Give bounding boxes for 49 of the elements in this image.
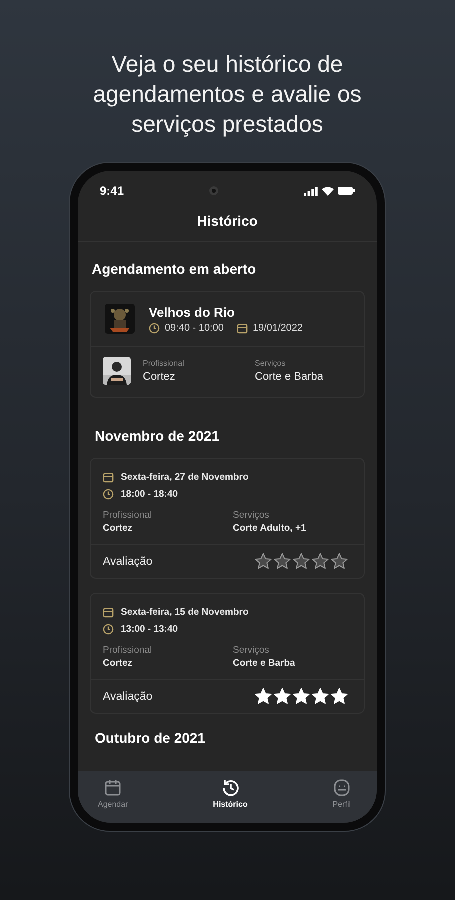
- tab[interactable]: Perfil: [330, 777, 353, 811]
- appointment-time: 13:00 - 13:40: [121, 624, 178, 635]
- appointment-date: 19/01/2022: [252, 322, 303, 334]
- clock-icon: [103, 624, 114, 635]
- appointment-time: 09:40 - 10:00: [165, 322, 224, 334]
- field-label: Profissional: [103, 645, 154, 656]
- star-icon[interactable]: [255, 553, 272, 570]
- clock-icon: [149, 322, 160, 334]
- battery-icon: [338, 187, 355, 195]
- headline: Veja o seu histórico de agendamentos e avalie os serviços prestados: [92, 50, 363, 139]
- clock-icon: [103, 489, 114, 500]
- field-value: Cortez: [143, 371, 176, 383]
- star-icon[interactable]: [274, 553, 291, 570]
- field-label: Serviços: [255, 359, 287, 368]
- field-value: Corte Adulto, +1: [233, 523, 306, 534]
- history-icon: [222, 779, 240, 797]
- shop-name: Velhos do Rio: [149, 304, 236, 320]
- rating-label: Avaliação: [103, 556, 153, 568]
- tab[interactable]: Histórico: [211, 777, 250, 811]
- field-value: Corte e Barba: [255, 371, 324, 383]
- field-value: Corte e Barba: [233, 658, 296, 669]
- rating-label: Avaliação: [103, 690, 153, 702]
- calendar-icon: [236, 322, 248, 334]
- appointment-date: Sexta-feira, 15 de Novembro: [121, 607, 249, 618]
- calendar-icon: [103, 607, 114, 618]
- appointment-time: 18:00 - 18:40: [121, 489, 178, 500]
- user-icon: [332, 779, 351, 797]
- section-title: Novembro de 2021: [94, 427, 220, 446]
- wifi-icon: [322, 186, 334, 196]
- star-rating[interactable]: [255, 553, 348, 570]
- field-label: Profissional: [103, 510, 154, 521]
- star-icon[interactable]: [312, 553, 329, 570]
- star-icon[interactable]: [331, 553, 348, 570]
- section-title: Agendamento em aberto: [91, 260, 258, 279]
- field-value: Cortez: [103, 523, 134, 534]
- calendar-icon: [103, 472, 114, 483]
- section-title: Outubro de 2021: [94, 729, 206, 748]
- tab[interactable]: Agendar: [96, 777, 130, 811]
- signal-icon: [304, 186, 318, 196]
- appointment-date: Sexta-feira, 27 de Novembro: [121, 472, 249, 483]
- star-icon[interactable]: [293, 553, 310, 570]
- field-label: Profissional: [143, 359, 186, 368]
- calendar-icon: [104, 779, 122, 797]
- screen-title: Histórico: [197, 213, 258, 229]
- camera-icon: [209, 186, 220, 196]
- status-time: 9:41: [100, 184, 124, 198]
- field-label: Serviços: [233, 645, 270, 656]
- field-label: Serviços: [233, 510, 270, 521]
- field-value: Cortez: [103, 658, 134, 669]
